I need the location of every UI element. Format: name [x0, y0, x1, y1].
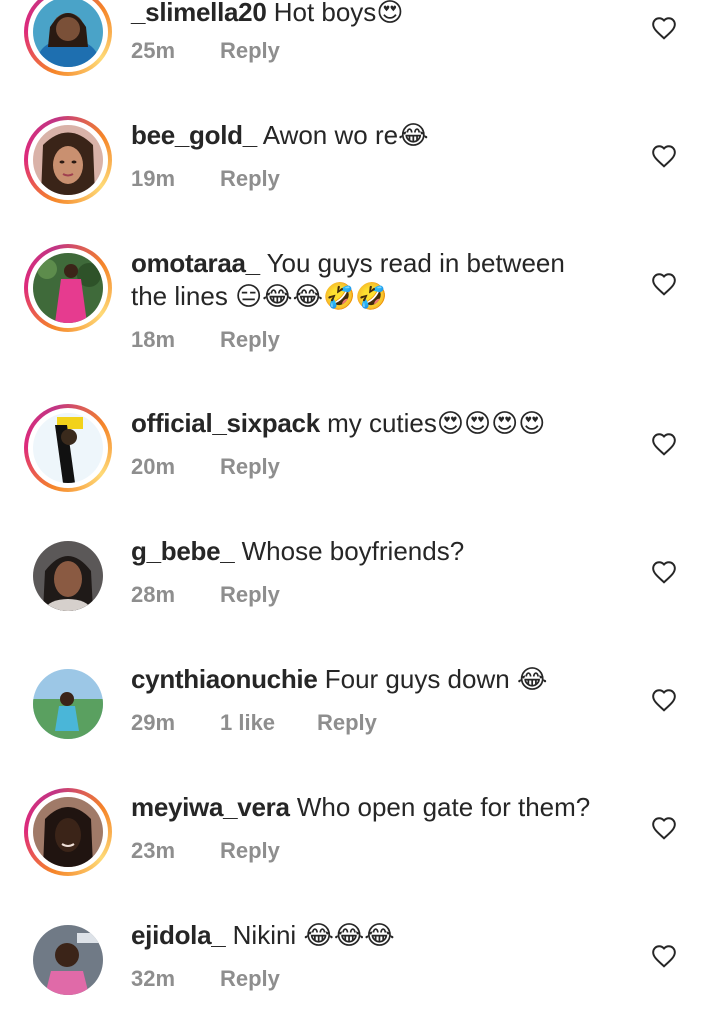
comment-username[interactable]: bee_gold_ [131, 120, 257, 150]
comment-meta: 28m Reply [131, 582, 280, 608]
reply-button[interactable]: Reply [220, 838, 280, 864]
reply-button[interactable]: Reply [317, 710, 377, 736]
comment-text: ejidola_ Nikini 😂😂😂 [131, 920, 395, 951]
comment-text: official_sixpack my cuties😍😍😍😍 [131, 408, 546, 439]
avatar[interactable] [33, 253, 103, 323]
comment-time: 18m [131, 327, 176, 352]
comment-meta: 32m Reply [131, 966, 280, 992]
emoji: 😂 [398, 121, 429, 151]
story-ring[interactable] [24, 0, 112, 76]
heart-outline-icon[interactable] [651, 432, 677, 456]
comment-text: meyiwa_vera Who open gate for them? [131, 792, 591, 822]
comment-time: 29m [131, 710, 176, 735]
comment-username[interactable]: _slimella20 [131, 0, 267, 27]
reply-button[interactable]: Reply [220, 582, 280, 608]
comment-time: 28m [131, 582, 176, 607]
comment-text: bee_gold_ Awon wo re😂 [131, 120, 429, 151]
comment-username[interactable]: meyiwa_vera [131, 792, 290, 822]
comment-text: cynthiaonuchie Four guys down 😂 [131, 664, 548, 695]
avatar[interactable] [33, 413, 103, 483]
comment-meta: 29m 1 like Reply [131, 710, 377, 736]
reply-button[interactable]: Reply [220, 454, 280, 480]
emoji: 😍 [376, 0, 404, 28]
story-ring[interactable] [24, 404, 112, 492]
emoji: 😍😍😍😍 [436, 409, 546, 439]
comment-text: omotaraa_ You guys read in between the l… [131, 248, 565, 312]
heart-outline-icon[interactable] [651, 816, 677, 840]
story-ring[interactable] [24, 116, 112, 204]
comment-time: 32m [131, 966, 176, 991]
comment-text: g_bebe_ Whose boyfriends? [131, 536, 465, 566]
heart-outline-icon[interactable] [651, 944, 677, 968]
like-count[interactable]: 1 like [220, 710, 317, 736]
reply-button[interactable]: Reply [220, 327, 280, 353]
emoji: 😑😂😂🤣🤣 [235, 282, 388, 312]
comment-time: 20m [131, 454, 176, 479]
avatar-frame[interactable] [24, 916, 112, 1004]
avatar[interactable] [33, 125, 103, 195]
heart-outline-icon[interactable] [651, 688, 677, 712]
emoji: 😂😂😂 [303, 921, 395, 951]
comment-username[interactable]: g_bebe_ [131, 536, 235, 566]
avatar[interactable] [33, 541, 103, 611]
avatar[interactable] [33, 797, 103, 867]
comment-username[interactable]: omotaraa_ [131, 248, 260, 278]
reply-button[interactable]: Reply [220, 38, 280, 64]
comment-text: _slimella20 Hot boys😍 [131, 0, 631, 30]
reply-button[interactable]: Reply [220, 966, 280, 992]
avatar-frame[interactable] [24, 660, 112, 748]
comment-meta: 23m Reply [131, 838, 280, 864]
heart-outline-icon[interactable] [651, 144, 677, 168]
comment-time: 19m [131, 166, 176, 191]
comment-meta: 18m Reply [131, 327, 280, 353]
heart-outline-icon[interactable] [651, 16, 677, 40]
comment-username[interactable]: cynthiaonuchie [131, 664, 318, 694]
avatar-frame[interactable] [24, 532, 112, 620]
comment-meta: 19m Reply [131, 166, 280, 192]
heart-outline-icon[interactable] [651, 560, 677, 584]
comment-username[interactable]: official_sixpack [131, 408, 320, 438]
heart-outline-icon[interactable] [651, 272, 677, 296]
comment-time: 23m [131, 838, 176, 863]
emoji: 😂 [516, 665, 548, 695]
comment-username[interactable]: ejidola_ [131, 920, 226, 950]
reply-button[interactable]: Reply [220, 166, 280, 192]
comment-meta: 20m Reply [131, 454, 280, 480]
avatar[interactable] [33, 925, 103, 995]
avatar[interactable] [33, 0, 103, 67]
story-ring[interactable] [24, 244, 112, 332]
comment-meta: 25m Reply [131, 38, 280, 64]
comment-time: 25m [131, 38, 176, 63]
avatar[interactable] [33, 669, 103, 739]
story-ring[interactable] [24, 788, 112, 876]
